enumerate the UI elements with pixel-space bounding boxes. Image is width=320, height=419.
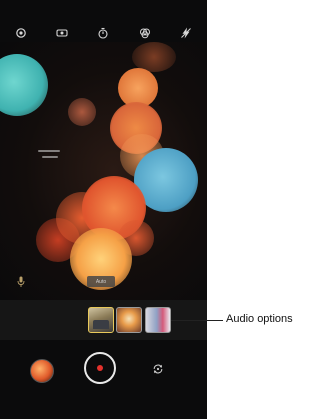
settings-icon[interactable] xyxy=(15,27,27,39)
filter-icon[interactable] xyxy=(139,27,151,39)
audio-option-thumbnail-2[interactable] xyxy=(116,307,142,333)
audio-option-thumbnail-1[interactable] xyxy=(88,307,114,333)
aspect-ratio-icon[interactable] xyxy=(56,27,68,39)
light-streak xyxy=(42,156,58,158)
callout-line xyxy=(171,320,223,321)
timer-icon[interactable] xyxy=(97,27,109,39)
switch-camera-icon[interactable] xyxy=(152,362,164,374)
flash-icon[interactable] xyxy=(180,27,192,39)
mode-badge: Auto xyxy=(87,276,115,287)
camera-screen: Auto xyxy=(0,0,207,419)
record-dot-icon xyxy=(97,365,103,371)
microphone-icon xyxy=(16,275,26,287)
callout-label: Audio options xyxy=(226,313,293,325)
camera-viewfinder[interactable] xyxy=(0,42,207,300)
camera-top-bar xyxy=(0,22,207,44)
bokeh-light xyxy=(0,54,48,116)
light-streak xyxy=(38,150,60,152)
gallery-thumbnail[interactable] xyxy=(30,359,54,383)
audio-option-thumbnail-3[interactable] xyxy=(145,307,171,333)
bokeh-light xyxy=(68,98,96,126)
